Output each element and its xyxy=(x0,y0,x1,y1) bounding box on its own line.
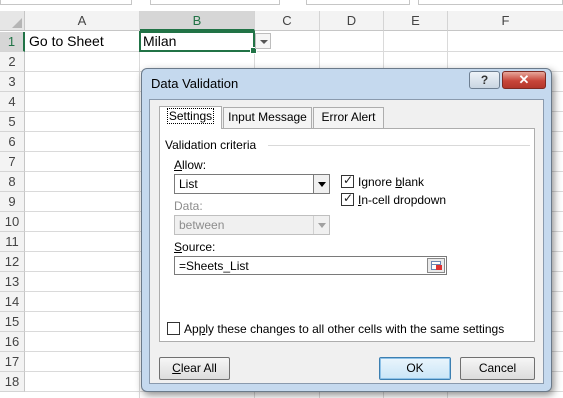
row-header-16[interactable]: 16 xyxy=(0,332,25,352)
column-header-b[interactable]: B xyxy=(140,11,255,31)
row-header-3[interactable]: 3 xyxy=(0,72,25,92)
cancel-button[interactable]: Cancel xyxy=(460,357,535,380)
cell-a1[interactable]: Go to Sheet xyxy=(29,32,104,51)
close-button[interactable]: ✕ xyxy=(502,71,546,89)
chevron-down-icon[interactable] xyxy=(313,175,329,193)
ignore-blank-checkbox[interactable] xyxy=(341,173,354,188)
source-input-value: =Sheets_List xyxy=(179,259,249,273)
tab-input-message[interactable]: Input Message xyxy=(223,107,312,128)
row-header-6[interactable]: 6 xyxy=(0,132,25,152)
cell-dropdown-arrow-icon[interactable] xyxy=(255,33,271,49)
tab-error-alert[interactable]: Error Alert xyxy=(313,107,384,128)
column-header-a[interactable]: A xyxy=(25,11,140,31)
source-label: Source: xyxy=(174,240,216,254)
data-label: Data: xyxy=(174,199,203,213)
cell-b1[interactable]: Milan xyxy=(143,32,176,51)
apply-all-checkbox[interactable] xyxy=(167,322,180,335)
allow-label: Allow: xyxy=(174,158,207,172)
row-header-4[interactable]: 4 xyxy=(0,92,25,112)
row-header-1[interactable]: 1 xyxy=(0,32,25,52)
column-header-d[interactable]: D xyxy=(320,11,384,31)
row-header-15[interactable]: 15 xyxy=(0,312,25,332)
chevron-down-icon xyxy=(313,216,329,234)
data-validation-dialog: Data Validation ? ✕ Settings Input Messa… xyxy=(141,68,552,392)
column-header-c[interactable]: C xyxy=(255,11,320,31)
row-header-13[interactable]: 13 xyxy=(0,272,25,292)
clear-all-button[interactable]: Clear All xyxy=(159,357,230,380)
help-button[interactable]: ? xyxy=(469,71,500,89)
row-header-9[interactable]: 9 xyxy=(0,192,25,212)
allow-select-value: List xyxy=(179,177,198,191)
row-header-7[interactable]: 7 xyxy=(0,152,25,172)
settings-panel: Validation criteria Allow: List Ignore b… xyxy=(159,128,535,342)
row-header-5[interactable]: 5 xyxy=(0,112,25,132)
allow-select[interactable]: List xyxy=(174,174,330,194)
range-selector-icon[interactable] xyxy=(427,258,445,273)
ignore-blank-label[interactable]: Ignore blank xyxy=(358,175,424,189)
apply-all-label[interactable]: Apply these changes to all other cells w… xyxy=(184,322,504,336)
source-input[interactable]: =Sheets_List xyxy=(174,256,447,275)
row-header-11[interactable]: 11 xyxy=(0,232,25,252)
ribbon-edge xyxy=(0,0,563,11)
row-header-10[interactable]: 10 xyxy=(0,212,25,232)
row-header-18[interactable]: 18 xyxy=(0,372,25,392)
select-all-corner[interactable] xyxy=(0,11,25,31)
group-divider xyxy=(268,145,530,146)
tab-settings-label: Settings xyxy=(166,108,215,124)
column-header-e[interactable]: E xyxy=(384,11,448,31)
ok-button[interactable]: OK xyxy=(379,357,451,380)
row-header-12[interactable]: 12 xyxy=(0,252,25,272)
validation-criteria-label: Validation criteria xyxy=(165,138,257,152)
column-header-f[interactable]: F xyxy=(448,11,563,31)
data-select-value: between xyxy=(179,218,225,232)
row-header-14[interactable]: 14 xyxy=(0,292,25,312)
dialog-title: Data Validation xyxy=(151,76,239,91)
row-header-17[interactable]: 17 xyxy=(0,352,25,372)
data-select: between xyxy=(174,215,330,235)
in-cell-dropdown-checkbox[interactable] xyxy=(341,191,354,206)
dialog-body: Settings Input Message Error Alert Valid… xyxy=(149,99,544,384)
in-cell-dropdown-label[interactable]: In-cell dropdown xyxy=(358,193,446,207)
row-header-2[interactable]: 2 xyxy=(0,52,25,72)
tab-settings[interactable]: Settings xyxy=(159,106,222,129)
row-header-8[interactable]: 8 xyxy=(0,172,25,192)
